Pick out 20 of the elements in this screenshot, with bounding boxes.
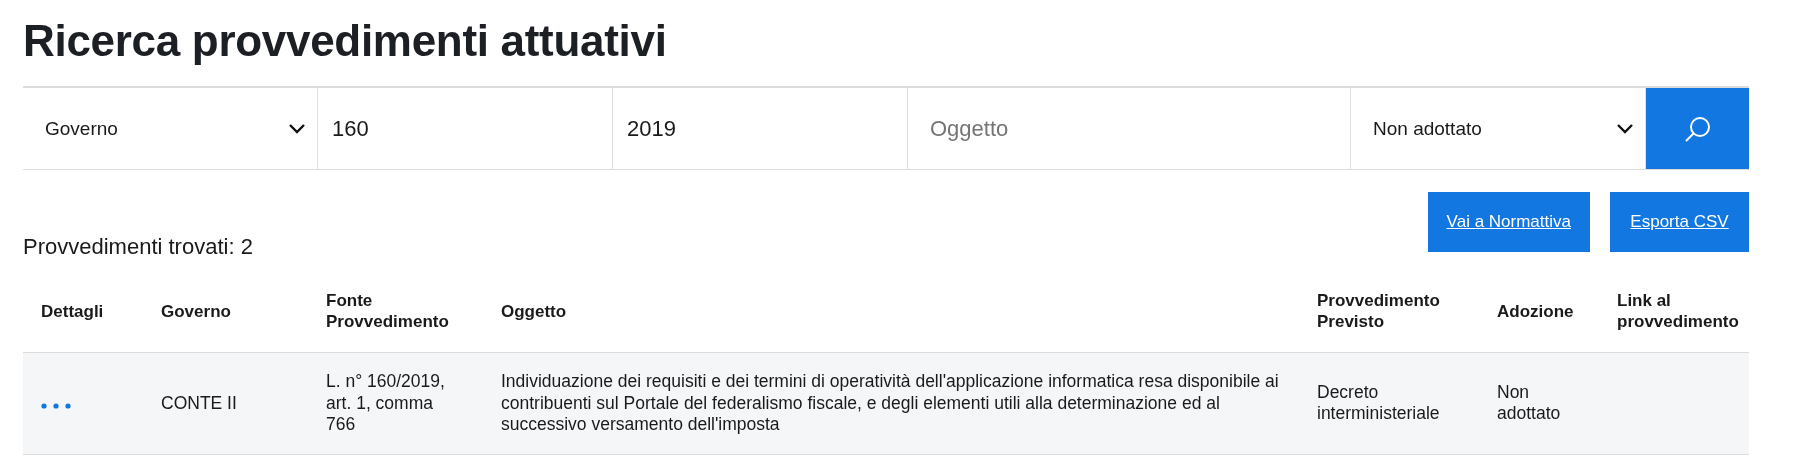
chevron-icon xyxy=(1617,123,1633,134)
column-header: Dettagli xyxy=(41,300,104,322)
table-cell-text: Decreto interministeriale xyxy=(1317,381,1441,425)
table-cell: CONTE II xyxy=(161,392,237,414)
action-button[interactable]: Esporta CSV xyxy=(1610,192,1749,252)
column-header: Link al provvedimento xyxy=(1617,290,1739,332)
more-icon[interactable] xyxy=(41,402,71,409)
column-header: Provvedimento Previsto xyxy=(1317,290,1441,332)
results-count: Provvedimenti trovati: 2 xyxy=(23,234,253,260)
table-cell-text: L. n° 160/2019, art. 1, comma 766 xyxy=(326,371,446,436)
search-icon xyxy=(1683,114,1712,143)
table-cell-text: Non adottato xyxy=(1497,381,1562,425)
column-header: Governo xyxy=(161,300,231,322)
column-header: Fonte Provvedimento xyxy=(326,290,450,332)
page-title: Ricerca provvedimenti attuativi xyxy=(23,15,667,67)
column-header: Adozione xyxy=(1497,300,1574,322)
chevron-icon xyxy=(289,123,305,134)
column-header: Oggetto xyxy=(501,300,567,322)
action-button[interactable]: Vai a Normattiva xyxy=(1427,192,1590,252)
table-cell-text: Individuazione dei requisiti e dei termini di operatività dell'applicazione informatica resa disponibile ai contribuenti sul Portale del federalismo fiscale, e degli elementi utili alla determinazione ed al successivo versamento dell'imposta xyxy=(501,371,1280,436)
